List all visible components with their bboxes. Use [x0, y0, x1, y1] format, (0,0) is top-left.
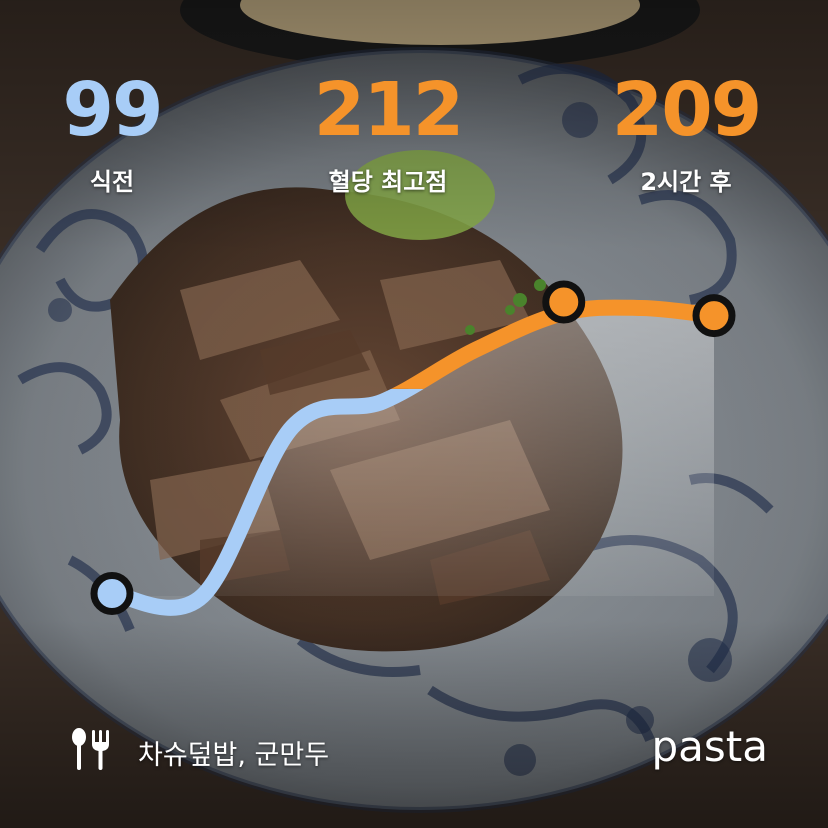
stat-before-meal: 99 식전: [12, 70, 212, 197]
stat-two-hours-after: 209 2시간 후: [586, 70, 786, 197]
before-meal-label: 식전: [89, 168, 135, 196]
brand-logo: pasta: [651, 722, 768, 771]
peak-value: 212: [313, 67, 464, 153]
fork-knife-icon: [70, 728, 110, 776]
peak-label: 혈당 최고점: [328, 168, 448, 196]
food-info: 차슈덮밥, 군만두: [70, 728, 329, 776]
food-name: 차슈덮밥, 군만두: [138, 739, 330, 771]
before-marker: [90, 571, 134, 615]
stat-peak: 212 혈당 최고점: [288, 70, 488, 197]
after-marker: [692, 294, 736, 338]
two-hours-after-label: 2시간 후: [640, 168, 732, 196]
two-hours-after-value: 209: [611, 67, 762, 153]
before-meal-value: 99: [62, 67, 164, 153]
peak-marker: [542, 280, 586, 324]
curve-fill-area: [112, 307, 714, 608]
